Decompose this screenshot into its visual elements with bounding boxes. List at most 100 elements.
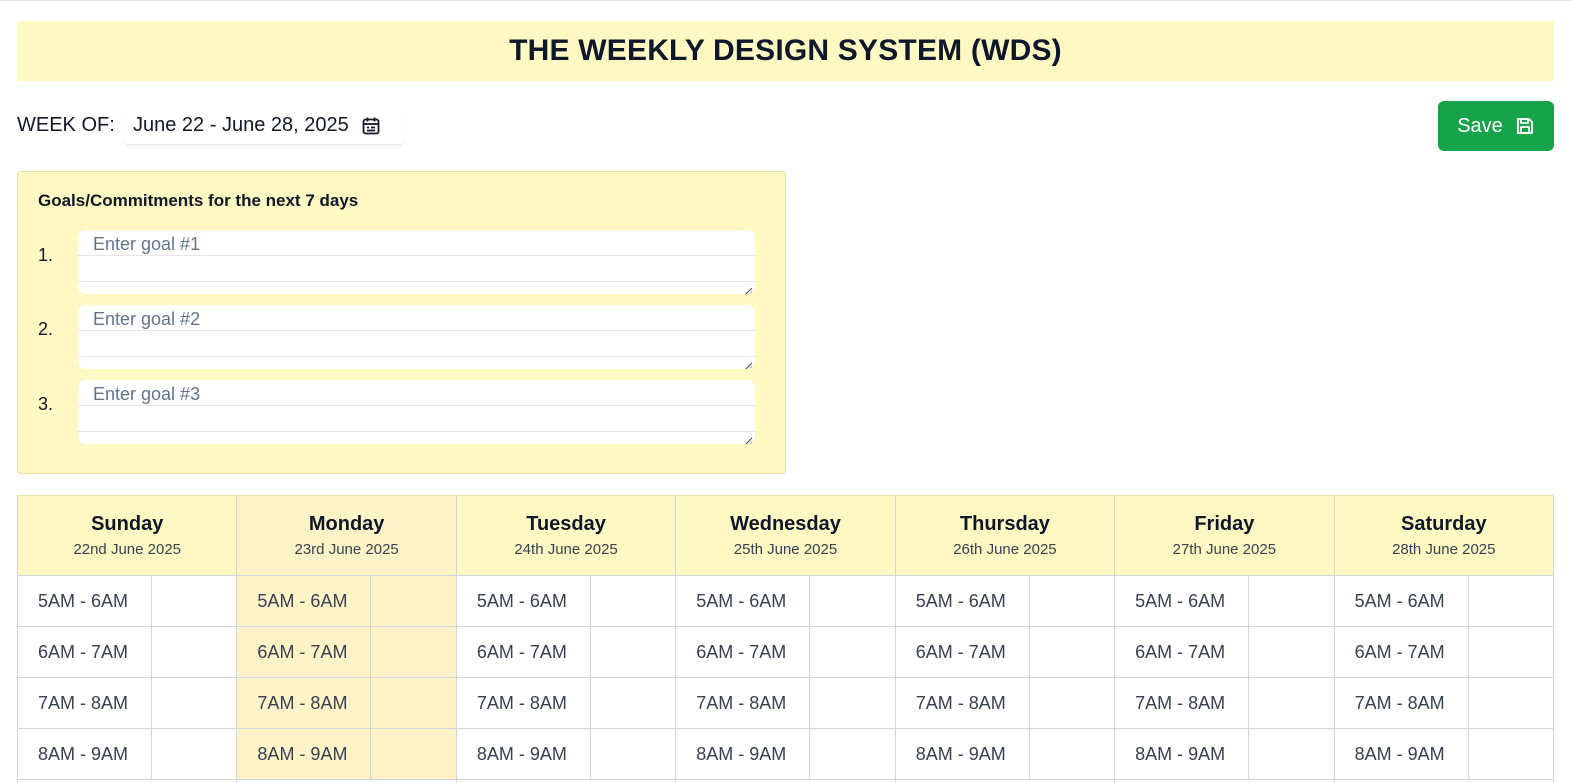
- resize-handle-icon[interactable]: [744, 433, 753, 444]
- day-column: Tuesday 24th June 2025 5AM - 6AM 6AM - 7AM 7…: [456, 496, 677, 783]
- time-slot-task-cell[interactable]: [371, 678, 455, 728]
- time-slot-row: 6AM - 7AM: [895, 627, 1115, 678]
- time-slot-row: 8AM - 9AM: [1334, 729, 1553, 780]
- time-slot-row: 7AM - 8AM: [895, 678, 1115, 729]
- day-name: Wednesday: [730, 513, 841, 535]
- time-slot-label: 7AM - 8AM: [457, 678, 591, 728]
- time-slot-label: 6AM - 7AM: [237, 627, 372, 677]
- time-slot-task-cell[interactable]: [371, 576, 455, 626]
- ruled-line: [78, 405, 755, 406]
- day-column: Saturday 28th June 2025 5AM - 6AM 6AM - 7AM…: [1334, 496, 1554, 783]
- goal-number: 2.: [38, 319, 54, 339]
- time-slot-task-cell[interactable]: [371, 627, 455, 677]
- time-slot-label: 7AM - 8AM: [237, 678, 372, 728]
- time-slot-label: 6AM - 7AM: [18, 627, 152, 677]
- goal-2-textarea[interactable]: Enter goal #2: [78, 305, 755, 369]
- time-slot-task-cell[interactable]: [591, 627, 675, 677]
- time-slot-label: 5AM - 6AM: [1335, 576, 1469, 626]
- time-slot-row: 5AM - 6AM: [1334, 576, 1553, 627]
- time-slot-task-cell[interactable]: [152, 729, 236, 779]
- time-slot-task-cell[interactable]: [371, 729, 455, 779]
- time-slot-row: 8AM - 9AM: [895, 729, 1115, 780]
- day-column: Wednesday 25th June 2025 5AM - 6AM 6AM - 7A…: [676, 496, 896, 783]
- time-slot-task-cell[interactable]: [1469, 627, 1553, 677]
- time-slot-label: 8AM - 9AM: [896, 729, 1030, 779]
- goals-panel: Goals/Commitments for the next 7 days 1.…: [17, 171, 786, 474]
- time-slot-label: 8AM - 9AM: [1335, 729, 1469, 779]
- time-slot-task-cell[interactable]: [810, 627, 894, 677]
- resize-handle-icon[interactable]: [744, 358, 753, 369]
- goal-row: 3. Enter goal #3: [18, 380, 787, 445]
- time-slot-task-cell[interactable]: [1469, 729, 1553, 779]
- time-slot-label: 6AM - 7AM: [1115, 627, 1250, 677]
- page-title: THE WEEKLY DESIGN SYSTEM (WDS): [509, 34, 1062, 67]
- time-slot-label: 8AM - 9AM: [18, 729, 152, 779]
- day-name: Monday: [308, 513, 385, 535]
- goal-row: 2. Enter goal #2: [18, 305, 787, 370]
- day-date: 24th June 2025: [514, 541, 618, 558]
- day-column: Sunday 22nd June 2025 5AM - 6AM 6AM - 7AM 7A…: [18, 496, 238, 783]
- goal-3-textarea[interactable]: Enter goal #3: [78, 380, 755, 444]
- time-slot-row: 7AM - 8AM: [1334, 678, 1553, 729]
- time-slot-row: 5AM - 6AM: [456, 576, 676, 627]
- time-slot-task-cell[interactable]: [152, 576, 236, 626]
- time-slot-label: 5AM - 6AM: [457, 576, 591, 626]
- time-slot-task-cell[interactable]: [810, 729, 894, 779]
- time-slot-label: 5AM - 6AM: [896, 576, 1030, 626]
- time-slot-label: 7AM - 8AM: [1115, 678, 1250, 728]
- time-slot-task-cell[interactable]: [1469, 576, 1553, 626]
- time-slot-label: 6AM - 7AM: [896, 627, 1030, 677]
- time-slot-task-cell[interactable]: [810, 576, 894, 626]
- time-slot-row: 7AM - 8AM: [237, 678, 456, 729]
- day-header: Monday 23rd June 2025: [237, 496, 456, 576]
- resize-handle-icon[interactable]: [744, 283, 753, 294]
- day-column: Friday 27th June 2025 5AM - 6AM 6AM - 7AM 7A…: [1115, 496, 1335, 783]
- day-column: Thursday 26th June 2025 5AM - 6AM 6AM - 7AM…: [895, 496, 1116, 783]
- day-header: Thursday 26th June 2025: [895, 496, 1115, 576]
- day-header: Saturday 28th June 2025: [1334, 496, 1553, 576]
- day-date: 27th June 2025: [1172, 541, 1277, 558]
- time-slot-task-cell[interactable]: [1249, 576, 1333, 626]
- time-slot-label: 7AM - 8AM: [676, 678, 811, 728]
- time-slot-task-cell[interactable]: [810, 678, 894, 728]
- time-slot-row: 7AM - 8AM: [676, 678, 895, 729]
- time-slot-task-cell[interactable]: [152, 627, 236, 677]
- week-row: WEEK OF: June 22 - June 28, 2025 Save: [17, 101, 1554, 151]
- save-button[interactable]: Save: [1438, 101, 1554, 151]
- time-slot-task-cell[interactable]: [591, 576, 675, 626]
- time-slot-row: 7AM - 8AM: [1115, 678, 1334, 729]
- goal-placeholder: Enter goal #1: [93, 234, 201, 254]
- day-header: Wednesday 25th June 2025: [676, 496, 895, 576]
- time-slot-row: 5AM - 6AM: [18, 576, 237, 627]
- floppy-disk-icon: [1515, 116, 1535, 136]
- week-range: June 22 - June 28, 2025: [133, 114, 349, 136]
- time-slot-task-cell[interactable]: [1249, 678, 1333, 728]
- time-slot-task-cell[interactable]: [1469, 678, 1553, 728]
- time-slot-row: 5AM - 6AM: [1115, 576, 1334, 627]
- ruled-line: [78, 431, 755, 432]
- time-slot-task-cell[interactable]: [1030, 678, 1114, 728]
- time-slot-task-cell[interactable]: [591, 678, 675, 728]
- time-slot-row: 6AM - 7AM: [237, 627, 456, 678]
- title-banner: THE WEEKLY DESIGN SYSTEM (WDS): [17, 21, 1554, 81]
- weekly-schedule-grid: Sunday 22nd June 2025 5AM - 6AM 6AM - 7AM 7A…: [17, 495, 1554, 783]
- day-name: Tuesday: [526, 513, 606, 535]
- time-slot-task-cell[interactable]: [1249, 729, 1333, 779]
- time-slot-task-cell[interactable]: [1249, 627, 1333, 677]
- time-slot-label: 5AM - 6AM: [676, 576, 811, 626]
- time-slot-label: 7AM - 8AM: [18, 678, 152, 728]
- time-slot-row: 7AM - 8AM: [456, 678, 676, 729]
- day-date: 28th June 2025: [1392, 541, 1496, 558]
- time-slot-label: 6AM - 7AM: [457, 627, 591, 677]
- time-slot-task-cell[interactable]: [152, 678, 236, 728]
- time-slot-row: 8AM - 9AM: [1115, 729, 1334, 780]
- time-slot-task-cell[interactable]: [1030, 729, 1114, 779]
- goal-1-textarea[interactable]: Enter goal #1: [78, 230, 755, 294]
- time-slot-row: 6AM - 7AM: [676, 627, 895, 678]
- time-slot-task-cell[interactable]: [1030, 576, 1114, 626]
- time-slot-task-cell[interactable]: [1030, 627, 1114, 677]
- time-slot-task-cell[interactable]: [591, 729, 675, 779]
- day-header: Tuesday 24th June 2025: [456, 496, 676, 576]
- day-date: 26th June 2025: [953, 541, 1057, 558]
- week-date-picker[interactable]: June 22 - June 28, 2025: [124, 107, 404, 145]
